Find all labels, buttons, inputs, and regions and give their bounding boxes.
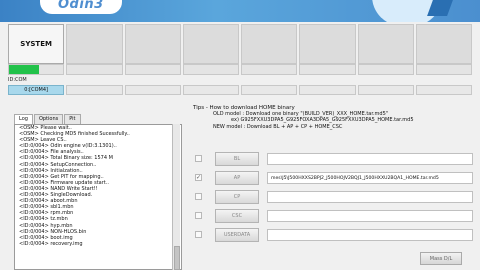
com-port-slot	[182, 85, 239, 95]
log-scrollbar-thumb[interactable]	[174, 246, 180, 270]
com-port-slot	[124, 85, 181, 95]
ap-button[interactable]: AP	[215, 171, 259, 185]
file-row-bl: BL	[195, 152, 473, 166]
port-box	[124, 24, 181, 64]
ap-path-field[interactable]: mes\J5\J500HXXS2BPJ2_J500HOJV2BQJ1_J500H…	[267, 172, 473, 184]
file-row-csc: CSC	[195, 209, 473, 223]
com-port-slot	[357, 85, 414, 95]
bl-path-field[interactable]	[267, 153, 473, 165]
port-box	[241, 24, 298, 64]
com-port-slot	[299, 85, 356, 95]
progress-bar-empty	[182, 64, 239, 75]
userdata-checkbox[interactable]	[195, 231, 202, 238]
file-row-userdata: USERDATA	[195, 228, 473, 242]
header-decoration-shape	[427, 0, 453, 16]
progress-bar-empty	[357, 64, 414, 75]
log-output: <OSM> Please wait.. <OSM> Checking MD5 f…	[14, 124, 182, 270]
tab-log[interactable]: Log	[14, 114, 33, 124]
port-box	[415, 24, 472, 64]
cp-path-field[interactable]	[267, 191, 473, 203]
com-port-row: 0:[COM4]	[8, 85, 472, 95]
progress-bar-empty	[124, 64, 181, 75]
com-port-active[interactable]: 0:[COM4]	[8, 85, 65, 95]
ap-checkbox[interactable]: ✓	[195, 174, 202, 181]
cp-checkbox[interactable]	[195, 193, 202, 200]
tab-options[interactable]: Options	[33, 114, 64, 124]
file-row-cp: CP	[195, 190, 473, 204]
bl-checkbox[interactable]	[195, 155, 202, 162]
port-box	[357, 24, 414, 64]
port-box	[182, 24, 239, 64]
com-port-slot	[66, 85, 123, 95]
progress-bar-empty	[415, 64, 472, 75]
tips-panel: Tips - How to download HOME binary OLD m…	[193, 105, 414, 130]
progress-bar	[8, 64, 65, 75]
com-port-slot	[415, 85, 472, 95]
cp-button[interactable]: CP	[215, 190, 259, 204]
com-port-slot	[241, 85, 298, 95]
port-box-system: SYSTEM	[8, 24, 65, 64]
progress-bar-empty	[241, 64, 298, 75]
mass-dl-button[interactable]: Mass D/L	[420, 252, 462, 265]
tips-new-model: NEW model : Download BL + AP + CP + HOME…	[213, 123, 343, 130]
port-status-grid: SYSTEM	[8, 24, 472, 64]
tab-pit[interactable]: Pit	[64, 114, 81, 124]
app-logo: Odin3	[58, 0, 104, 12]
userdata-button[interactable]: USERDATA	[215, 228, 259, 242]
bl-button[interactable]: BL	[215, 152, 259, 166]
system-label: SYSTEM	[20, 40, 52, 48]
id-com-label: ID:COM	[8, 77, 27, 83]
log-scrollbar[interactable]	[172, 124, 180, 270]
file-row-ap: ✓ AP mes\J5\J500HXXS2BPJ2_J500HOJV2BQJ1_…	[195, 171, 473, 185]
userdata-path-field[interactable]	[267, 229, 473, 241]
csc-path-field[interactable]	[267, 210, 473, 222]
log-tabs: Log Options Pit	[14, 114, 81, 124]
progress-row	[8, 64, 472, 75]
log-line: <ID:0/004> recovery.img	[19, 240, 83, 247]
csc-checkbox[interactable]	[195, 212, 202, 219]
progress-bar-empty	[66, 64, 123, 75]
port-box	[66, 24, 123, 64]
csc-button[interactable]: CSC	[215, 209, 259, 223]
progress-fill	[9, 65, 39, 74]
header-banner: Odin3	[0, 0, 480, 22]
port-box	[299, 24, 356, 64]
progress-bar-empty	[299, 64, 356, 75]
